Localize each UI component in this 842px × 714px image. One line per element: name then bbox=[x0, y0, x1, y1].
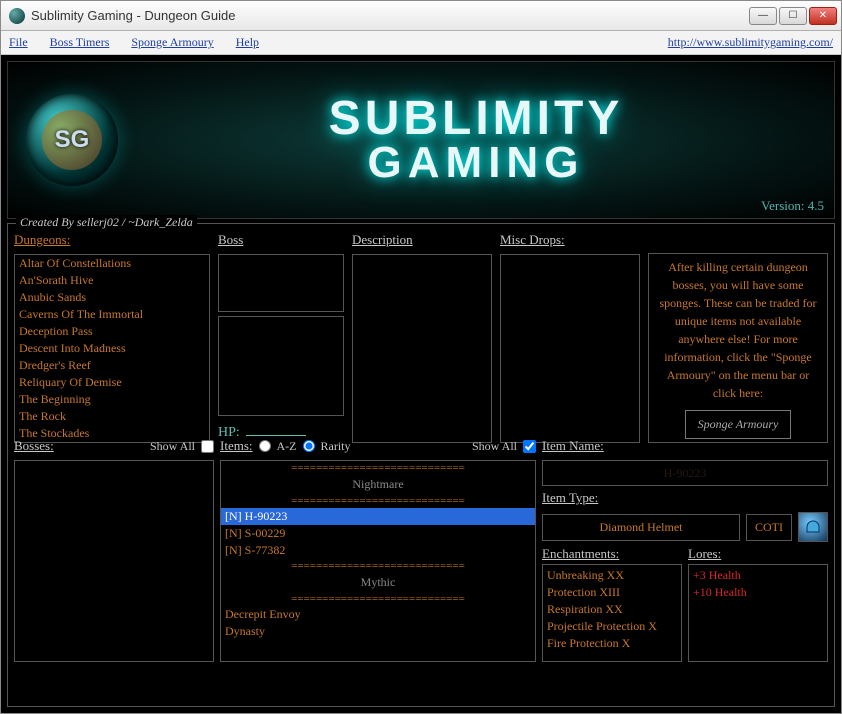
items-showall-label: Show All bbox=[472, 439, 517, 454]
boss-label: Boss bbox=[218, 232, 344, 248]
menubar: File Boss Timers Sponge Armoury Help htt… bbox=[1, 31, 841, 55]
lore-item: +3 Health bbox=[693, 567, 823, 584]
rarity-divider: ============================ bbox=[221, 592, 535, 606]
item-name-value: H-90223 bbox=[542, 460, 828, 486]
bosses-showall-checkbox[interactable] bbox=[201, 440, 214, 453]
boss-name-box bbox=[218, 254, 344, 312]
banner-line2: GAMING bbox=[118, 142, 834, 184]
window-title: Sublimity Gaming - Dungeon Guide bbox=[31, 8, 749, 23]
helmet-icon bbox=[804, 518, 822, 536]
boss-image-box bbox=[218, 316, 344, 416]
lores-listbox: +3 Health+10 Health bbox=[688, 564, 828, 662]
dungeon-item[interactable]: The Beginning bbox=[15, 391, 209, 408]
dungeon-item[interactable]: Altar Of Constellations bbox=[15, 255, 209, 272]
app-window: Sublimity Gaming - Dungeon Guide — ☐ ✕ F… bbox=[0, 0, 842, 714]
sort-rarity-label: Rarity bbox=[321, 439, 351, 454]
banner-line1: SUBLIMITY bbox=[118, 96, 834, 142]
info-panel: After killing certain dungeon bosses, yo… bbox=[648, 232, 828, 443]
item-entry[interactable]: [N] S-77382 bbox=[221, 542, 535, 559]
item-type-label: Item Type: bbox=[542, 490, 828, 506]
rarity-divider: ============================ bbox=[221, 559, 535, 573]
bosses-section: Bosses: Show All bbox=[14, 438, 214, 662]
sort-az-radio[interactable] bbox=[259, 440, 271, 452]
dungeon-item[interactable]: An'Sorath Hive bbox=[15, 272, 209, 289]
rarity-divider: ============================ bbox=[221, 461, 535, 475]
credits-legend: Created By sellerj02 / ~Dark_Zelda bbox=[16, 215, 197, 230]
dungeon-item[interactable]: Reliquary Of Demise bbox=[15, 374, 209, 391]
titlebar: Sublimity Gaming - Dungeon Guide — ☐ ✕ bbox=[1, 1, 841, 31]
dungeon-item[interactable]: Anubic Sands bbox=[15, 289, 209, 306]
enchantment-item: Protection XIII bbox=[547, 584, 677, 601]
items-section: Items: A-Z Rarity Show All =============… bbox=[220, 438, 536, 662]
info-box: After killing certain dungeon bosses, yo… bbox=[648, 253, 828, 443]
minimize-button[interactable]: — bbox=[749, 7, 777, 25]
enchantments-listbox: Unbreaking XXProtection XIIIRespiration … bbox=[542, 564, 682, 662]
misc-drops-label: Misc Drops: bbox=[500, 232, 640, 248]
hp-value bbox=[246, 422, 306, 436]
banner-logo: SG bbox=[26, 94, 118, 186]
items-label: Items: bbox=[220, 438, 253, 454]
app-body: SG SUBLIMITY GAMING Version: 4.5 Created… bbox=[1, 55, 841, 713]
info-text: After killing certain dungeon bosses, yo… bbox=[649, 254, 827, 406]
misc-drops-box bbox=[500, 254, 640, 443]
app-icon bbox=[9, 8, 25, 24]
dungeon-item[interactable]: Caverns Of The Immortal bbox=[15, 306, 209, 323]
description-section: Description bbox=[352, 232, 492, 443]
enchantment-item: Unbreaking XX bbox=[547, 567, 677, 584]
item-entry[interactable]: Dynasty bbox=[221, 623, 535, 640]
dungeon-item[interactable]: Deception Pass bbox=[15, 323, 209, 340]
banner: SG SUBLIMITY GAMING Version: 4.5 bbox=[7, 61, 835, 219]
close-button[interactable]: ✕ bbox=[809, 7, 837, 25]
banner-logo-text: SG bbox=[42, 110, 102, 170]
dungeon-item[interactable]: The Rock bbox=[15, 408, 209, 425]
enchantment-item: Respiration XX bbox=[547, 601, 677, 618]
version-label: Version: 4.5 bbox=[761, 198, 824, 214]
menu-file[interactable]: File bbox=[9, 35, 28, 50]
site-link[interactable]: http://www.sublimitygaming.com/ bbox=[668, 35, 833, 50]
sponge-armoury-button[interactable]: Sponge Armoury bbox=[685, 410, 792, 439]
items-showall-checkbox[interactable] bbox=[523, 440, 536, 453]
rarity-header: Mythic bbox=[221, 573, 535, 592]
bosses-listbox[interactable] bbox=[14, 460, 214, 662]
coti-button[interactable]: COTI bbox=[746, 514, 792, 541]
maximize-button[interactable]: ☐ bbox=[779, 7, 807, 25]
lores-label: Lores: bbox=[688, 546, 828, 562]
sort-rarity-radio[interactable] bbox=[303, 440, 315, 452]
sort-az-label: A-Z bbox=[277, 439, 297, 454]
item-type-value: Diamond Helmet bbox=[542, 514, 740, 541]
item-entry[interactable]: [N] H-90223 bbox=[221, 508, 535, 525]
lore-item: +10 Health bbox=[693, 584, 823, 601]
item-icon bbox=[798, 512, 828, 542]
window-controls: — ☐ ✕ bbox=[749, 7, 837, 25]
dungeon-item[interactable]: Dredger's Reef bbox=[15, 357, 209, 374]
dungeons-listbox[interactable]: Altar Of ConstellationsAn'Sorath HiveAnu… bbox=[14, 254, 210, 443]
misc-drops-section: Misc Drops: bbox=[500, 232, 640, 443]
menu-help[interactable]: Help bbox=[236, 35, 259, 50]
item-entry[interactable]: Decrepit Envoy bbox=[221, 606, 535, 623]
main-groupbox: Created By sellerj02 / ~Dark_Zelda Dunge… bbox=[7, 223, 835, 707]
item-name-label: Item Name: bbox=[542, 438, 828, 454]
banner-title: SUBLIMITY GAMING bbox=[118, 96, 834, 183]
description-box bbox=[352, 254, 492, 443]
dungeon-item[interactable]: Descent Into Madness bbox=[15, 340, 209, 357]
enchantment-item: Projectile Protection X bbox=[547, 618, 677, 635]
items-listbox[interactable]: ============================Nightmare===… bbox=[220, 460, 536, 662]
rarity-header: Nightmare bbox=[221, 475, 535, 494]
bosses-label: Bosses: bbox=[14, 438, 54, 454]
menu-boss-timers[interactable]: Boss Timers bbox=[50, 35, 110, 50]
menu-sponge-armoury[interactable]: Sponge Armoury bbox=[131, 35, 213, 50]
description-label: Description bbox=[352, 232, 492, 248]
item-details-section: Item Name: H-90223 Item Type: Diamond He… bbox=[542, 438, 828, 662]
bosses-showall-label: Show All bbox=[150, 439, 195, 454]
dungeons-section: Dungeons: Altar Of ConstellationsAn'Sora… bbox=[14, 232, 210, 443]
item-entry[interactable]: [N] S-00229 bbox=[221, 525, 535, 542]
enchantments-label: Enchantments: bbox=[542, 546, 682, 562]
boss-section: Boss HP: bbox=[218, 232, 344, 443]
enchantment-item: Fire Protection X bbox=[547, 635, 677, 652]
dungeons-label: Dungeons: bbox=[14, 232, 210, 248]
rarity-divider: ============================ bbox=[221, 494, 535, 508]
